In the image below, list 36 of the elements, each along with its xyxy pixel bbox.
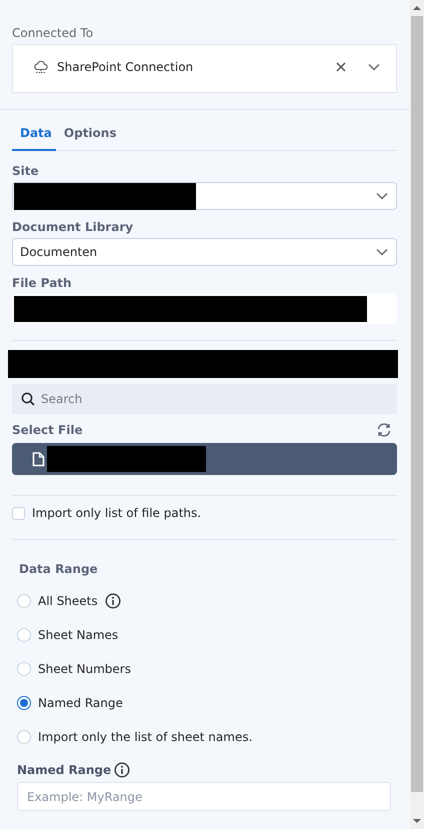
radio-button[interactable]: [17, 696, 31, 710]
named-range-field[interactable]: Example: MyRange: [17, 782, 391, 811]
info-icon[interactable]: [114, 762, 130, 778]
tab[interactable]: Options: [56, 123, 120, 151]
cloud-icon: [33, 58, 49, 74]
select-value: Documenten: [20, 245, 98, 259]
checkbox-label: Import only list of file paths.: [32, 506, 202, 520]
radio-label: Sheet Names: [38, 628, 118, 642]
scrollbar[interactable]: [410, 0, 424, 829]
search-icon: [21, 392, 35, 406]
chevron-down-icon[interactable]: [376, 192, 388, 200]
radio-label: Sheet Numbers: [38, 662, 131, 676]
field-label: File Path: [12, 276, 73, 290]
connection-select[interactable]: SharePoint Connection: [12, 44, 397, 93]
file-item[interactable]: [12, 443, 397, 475]
radio-label: Named Range: [38, 696, 123, 710]
connection-name: SharePoint Connection: [57, 60, 194, 74]
radio-label: Import only the list of sheet names.: [38, 730, 252, 744]
search-field[interactable]: Search: [12, 384, 397, 414]
file-icon: [32, 452, 45, 466]
section-title: Data Range: [19, 562, 99, 576]
radio-label: All Sheets: [38, 594, 98, 608]
tab[interactable]: Data: [12, 123, 56, 151]
field-label: Select File: [12, 423, 83, 437]
field-label: Site: [12, 164, 40, 178]
chevron-down-icon[interactable]: [368, 62, 380, 70]
chevron-down-icon[interactable]: [376, 248, 388, 256]
site-select[interactable]: [12, 182, 397, 210]
library-select[interactable]: Documenten: [12, 238, 397, 266]
checkbox[interactable]: [12, 506, 25, 520]
refresh-icon[interactable]: [376, 423, 392, 437]
field-label: Named Range: [17, 763, 112, 777]
field-label: Document Library: [12, 220, 134, 234]
info-icon[interactable]: [104, 593, 121, 609]
field-label: Connected To: [12, 26, 94, 40]
file-path-field[interactable]: [12, 294, 397, 324]
